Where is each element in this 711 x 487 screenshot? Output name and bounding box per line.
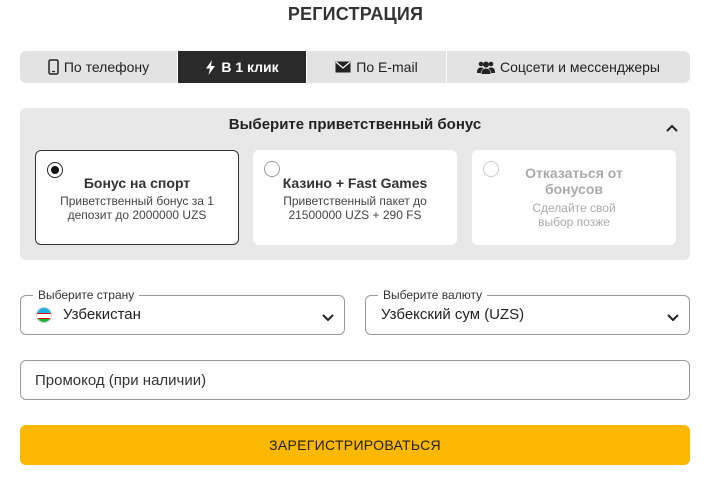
- currency-select[interactable]: Выберите валюту Узбекский сум (UZS): [365, 288, 690, 335]
- users-icon: [476, 60, 495, 74]
- register-button[interactable]: ЗАРЕГИСТРИРОВАТЬСЯ: [20, 425, 690, 465]
- currency-select-value: Узбекский сум (UZS): [381, 306, 525, 323]
- bonus-card-title: Отказаться от бонусов: [525, 165, 623, 197]
- country-select-label: Выберите страну: [33, 288, 140, 302]
- uzbekistan-flag-icon: [36, 307, 52, 323]
- lightning-icon: [205, 59, 216, 75]
- tab-socials-label: Соцсети и мессенджеры: [499, 59, 660, 75]
- bonus-card-decline[interactable]: Отказаться от бонусов Сделайте свой выбо…: [472, 150, 676, 245]
- bonus-card-title: Казино + Fast Games: [282, 175, 428, 191]
- bonus-panel: Выберите приветственный бонус Бонус на с…: [20, 108, 690, 260]
- tab-one-click-label: В 1 клик: [221, 59, 279, 75]
- country-select-value: Узбекистан: [63, 306, 141, 323]
- bonus-card-desc: Приветственный пакет до 21500000 UZS + 2…: [283, 194, 427, 222]
- chevron-down-icon: [667, 309, 679, 327]
- tab-phone-label: По телефону: [63, 59, 150, 75]
- tab-socials[interactable]: Соцсети и мессенджеры: [447, 51, 690, 83]
- tab-one-click[interactable]: В 1 клик: [178, 51, 307, 83]
- currency-select-label: Выберите валюту: [378, 288, 488, 302]
- tab-email[interactable]: По E-mail: [307, 51, 447, 83]
- phone-icon: [48, 59, 59, 75]
- chevron-down-icon: [322, 309, 334, 327]
- page-title: РЕГИСТРАЦИЯ: [287, 4, 424, 24]
- envelope-icon: [335, 61, 351, 73]
- registration-tabs: По телефону В 1 клик По E-mail Соцсети и…: [20, 51, 690, 83]
- bonus-card-desc: Сделайте свой выбор позже: [532, 201, 616, 229]
- bonus-card-casino[interactable]: Казино + Fast Games Приветственный пакет…: [253, 150, 457, 245]
- bonus-card-sport[interactable]: Бонус на спорт Приветственный бонус за 1…: [35, 150, 239, 245]
- chevron-up-icon[interactable]: [666, 119, 678, 137]
- tab-email-label: По E-mail: [356, 59, 418, 75]
- bonus-card-title: Бонус на спорт: [83, 175, 191, 191]
- promo-code-input[interactable]: [20, 360, 690, 400]
- country-select[interactable]: Выберите страну Узбекистан: [20, 288, 345, 335]
- tab-phone[interactable]: По телефону: [20, 51, 178, 83]
- bonus-title: Выберите приветственный бонус: [228, 116, 482, 133]
- bonus-card-desc: Приветственный бонус за 1 депозит до 200…: [60, 194, 214, 222]
